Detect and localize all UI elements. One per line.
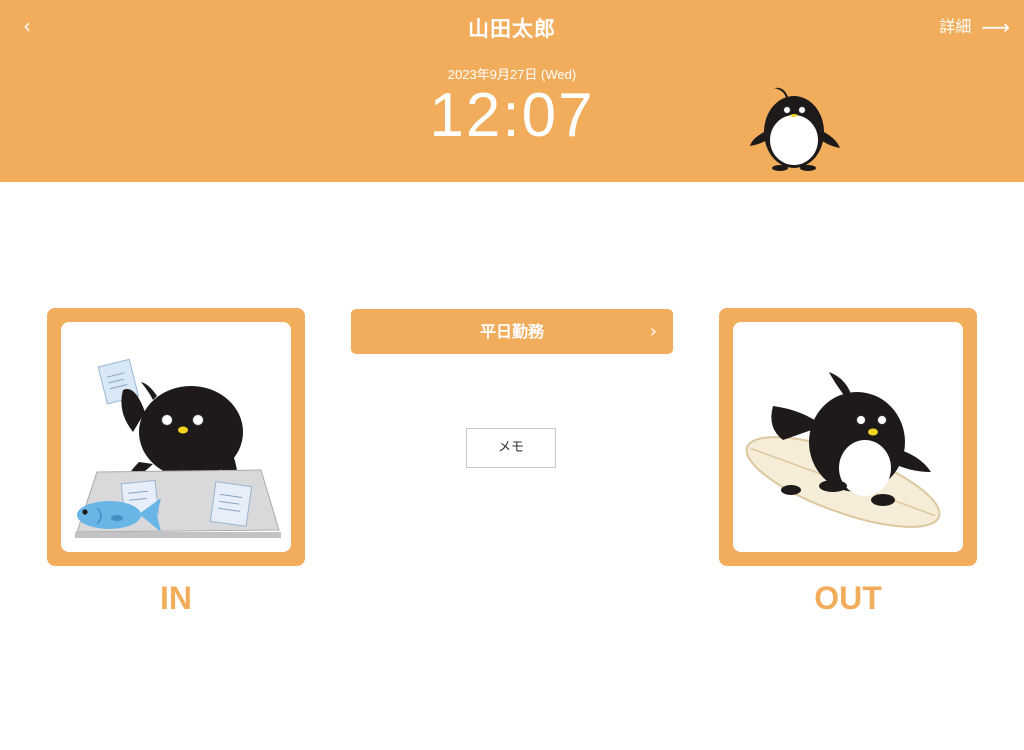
detail-label: 詳細	[939, 17, 972, 36]
memo-button[interactable]: メモ	[466, 428, 556, 468]
penguin-icon	[750, 87, 840, 171]
clock-out-label: OUT	[814, 580, 882, 616]
arrow-right-icon: ⟶	[981, 15, 1010, 39]
shift-type-selector[interactable]: 平日勤務 ›	[351, 309, 673, 354]
clock-out-button[interactable]	[719, 308, 977, 566]
app-header: ‹ 山田太郎 詳細 ⟶ 2023年9月27日 (Wed) 12:07	[0, 0, 1024, 182]
clock-in-label: IN	[160, 580, 192, 616]
clock-in-illustration	[61, 322, 291, 552]
penguin-working-icon	[75, 358, 281, 538]
penguin-surfing-icon	[745, 372, 941, 528]
clock-out-illustration	[733, 322, 963, 552]
chevron-right-icon: ›	[649, 321, 657, 342]
page-title: 山田太郎	[468, 17, 556, 41]
detail-button[interactable]: 詳細 ⟶	[939, 14, 1010, 40]
shift-type-label: 平日勤務	[479, 322, 544, 341]
current-time: 12:07	[429, 81, 595, 150]
clock-in-button[interactable]	[47, 308, 305, 566]
